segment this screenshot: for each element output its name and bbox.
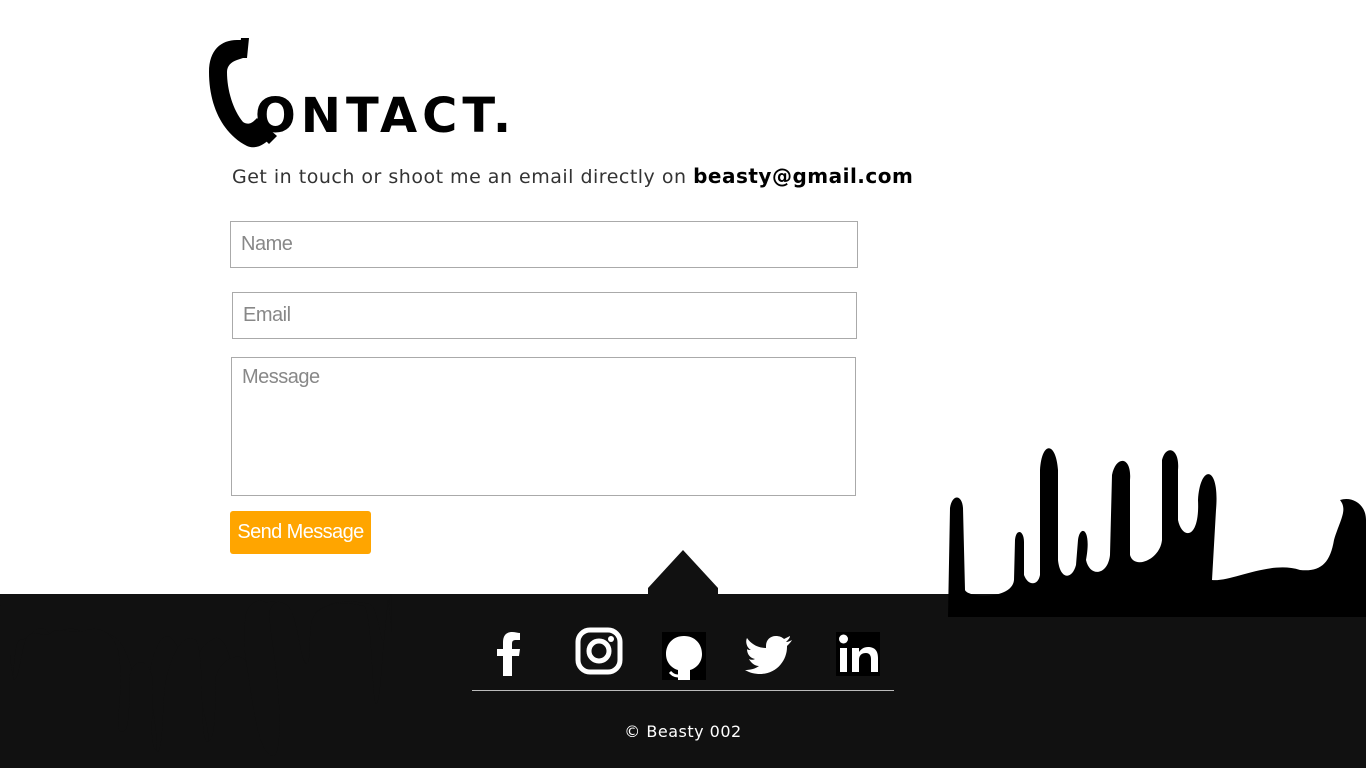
contact-intro: Get in touch or shoot me an email direct… [232, 164, 913, 188]
intro-text: Get in touch or shoot me an email direct… [232, 166, 694, 188]
scroll-top-icon [648, 550, 718, 594]
github-icon[interactable] [658, 626, 710, 682]
page-title: ONTACT. [255, 88, 517, 144]
email-input[interactable] [232, 292, 857, 339]
instagram-icon[interactable] [572, 626, 624, 682]
facebook-icon[interactable] [482, 626, 534, 682]
twitter-icon[interactable] [744, 626, 796, 682]
contact-heading: ONTACT. [207, 36, 511, 150]
copyright-text: © Beasty 002 [624, 722, 742, 741]
footer-drip-art [0, 448, 1366, 768]
social-links [472, 626, 894, 682]
contact-email[interactable]: beasty@gmail.com [693, 164, 913, 188]
name-input[interactable] [230, 221, 858, 268]
footer-divider [472, 690, 894, 691]
linkedin-icon[interactable] [832, 626, 884, 682]
